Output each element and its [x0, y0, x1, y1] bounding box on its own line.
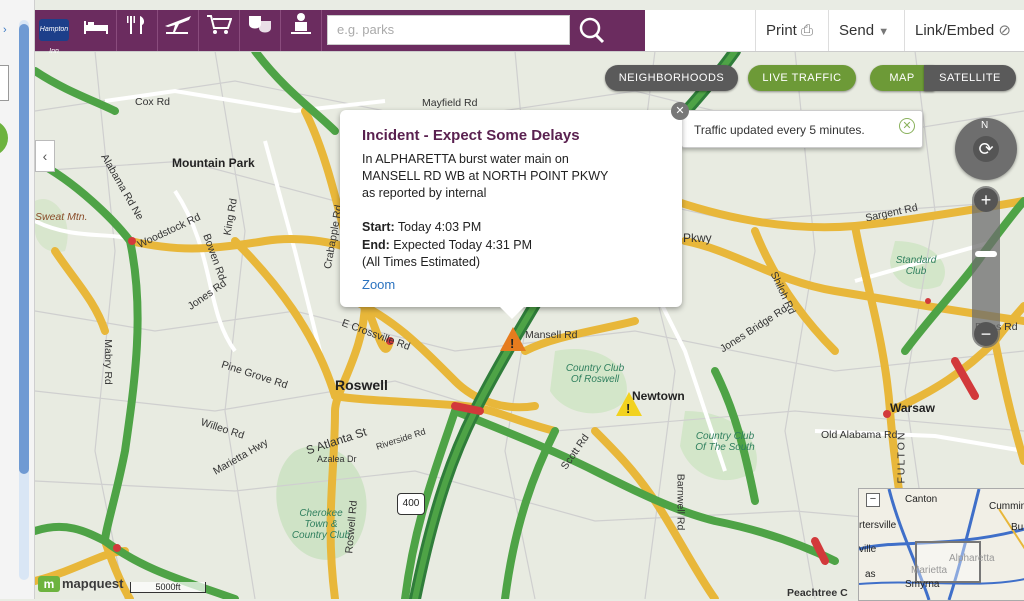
road-peachtree: Peachtree C — [787, 587, 848, 599]
place-country-club-roswell: Country Club Of Roswell — [565, 363, 625, 385]
road-mabry: Mabry Rd — [101, 339, 114, 385]
minimap-ville: ville — [859, 544, 877, 555]
highway-400-shield: 400 — [397, 493, 425, 515]
link-label: Link/Embed — [915, 22, 995, 39]
dining-icon[interactable] — [117, 10, 158, 51]
minimap-canton: Canton — [905, 494, 938, 505]
brand-text: mapquest — [62, 576, 124, 591]
road-fulton: FULTON — [895, 430, 908, 484]
popup-close-icon[interactable]: ✕ — [671, 102, 689, 120]
search-icon[interactable] — [572, 10, 612, 51]
printer-icon: ⎙ — [801, 22, 814, 39]
place-warsaw: Warsaw — [890, 401, 935, 415]
layer-neighborhoods[interactable]: NEIGHBORHOODS — [605, 65, 738, 91]
left-input[interactable] — [0, 65, 9, 101]
minimap-cartersville: rtersville — [859, 520, 897, 531]
zoom-slider-handle[interactable] — [975, 251, 997, 257]
toolbar: Hampton Inn e.g. parks Print ⎙ Send ▼ Li… — [35, 10, 1024, 55]
minimap-alpharetta: Alpharetta — [949, 553, 995, 564]
send-label: Send — [839, 22, 875, 39]
green-tab[interactable] — [0, 120, 8, 156]
search-input[interactable]: e.g. parks — [327, 15, 570, 45]
collapse-panel-button[interactable]: ‹ — [35, 140, 55, 172]
mapquest-logo: m mapquest — [38, 576, 123, 592]
road-barnwell: Barnwell Rd — [674, 473, 687, 531]
place-cherokee: Cherokee Town & Country Club — [291, 508, 351, 541]
end-label: End: — [362, 238, 390, 252]
entertainment-icon[interactable] — [240, 10, 281, 51]
scrollbar-thumb[interactable] — [19, 24, 29, 474]
left-panel: › — [0, 0, 35, 599]
start-value: Today 4:03 PM — [397, 220, 482, 234]
hotel-logo[interactable]: Hampton Inn — [39, 19, 69, 55]
road-azalea: Azalea Dr — [317, 454, 357, 464]
incident-note: (All Times Estimated) — [362, 255, 481, 269]
minimap-buf: Bu — [1011, 522, 1024, 533]
place-roswell: Roswell — [335, 377, 388, 393]
travel-icon[interactable] — [158, 10, 199, 51]
road-pkwy: Pkwy — [683, 231, 712, 245]
print-button[interactable]: Print ⎙ — [755, 10, 823, 51]
road-mansell: Mansell Rd — [525, 329, 578, 341]
road-cox: Cox Rd — [135, 96, 171, 108]
road-mayfield: Mayfield Rd — [422, 97, 478, 109]
traffic-tooltip: Traffic updated every 5 minutes. ✕ — [681, 110, 923, 148]
end-value: Expected Today 4:31 PM — [393, 238, 533, 252]
compass-north-label: N — [981, 120, 989, 131]
incident-desc-2: MANSELL RD WB at NORTH POINT PKWY — [362, 169, 609, 183]
shopping-cart-icon[interactable] — [199, 10, 240, 51]
rotate-icon[interactable]: ⟳ — [973, 136, 999, 162]
incident-end: End: Expected Today 4:31 PM — [362, 238, 532, 252]
minimap-as: as — [865, 569, 876, 580]
map-scale: 5000ft — [130, 582, 206, 593]
layer-live-traffic[interactable]: LIVE TRAFFIC — [748, 65, 856, 91]
incident-start: Start: Today 4:03 PM — [362, 220, 481, 234]
place-sweat-mtn: Sweat Mtn. — [35, 211, 88, 223]
zoom-in-button[interactable]: + — [974, 188, 998, 212]
traffic-tooltip-text: Traffic updated every 5 minutes. — [694, 123, 865, 137]
zoom-control: + − — [972, 186, 1000, 348]
incident-desc-3: as reported by internal — [362, 186, 487, 200]
overview-minimap[interactable]: − Canton Cummin rtersville Bu ville as A… — [858, 488, 1024, 601]
incident-popup: Incident - Expect Some Delays In ALPHARE… — [340, 110, 682, 319]
link-embed-button[interactable]: Link/Embed ⊘ — [904, 10, 1021, 51]
bed-icon[interactable] — [76, 10, 117, 51]
zoom-link[interactable]: Zoom — [362, 277, 395, 292]
person-icon[interactable] — [281, 10, 322, 51]
place-standard-club: Standard Club — [895, 255, 937, 277]
send-button[interactable]: Send ▼ — [828, 10, 899, 51]
chevron-down-icon: ▼ — [878, 26, 890, 38]
layer-satellite[interactable]: SATELLITE — [924, 65, 1016, 91]
place-country-club-south: Country Club Of The South — [695, 431, 755, 453]
place-mountain-park: Mountain Park — [172, 156, 255, 170]
minimap-cumming: Cummin — [989, 501, 1024, 512]
link-icon: ⊘ — [998, 22, 1011, 39]
compass-control[interactable]: N ⟳ — [955, 118, 1017, 180]
zoom-out-button[interactable]: − — [974, 322, 998, 346]
close-icon[interactable]: ✕ — [899, 118, 915, 134]
chevron-icon[interactable]: › — [3, 24, 7, 36]
print-label: Print — [766, 22, 797, 39]
minimap-marietta: Marietta — [911, 565, 948, 576]
category-bar: Hampton Inn e.g. parks — [35, 10, 645, 55]
incident-desc-1: In ALPHARETTA burst water main on — [362, 152, 569, 166]
mapquest-m-icon: m — [38, 576, 60, 592]
road-oldalabama: Old Alabama Rd — [821, 429, 898, 441]
start-label: Start: — [362, 220, 395, 234]
minimap-smyrna: Smyrna — [905, 579, 940, 590]
minimap-collapse-button[interactable]: − — [866, 493, 880, 507]
incident-title: Incident - Expect Some Delays — [362, 127, 580, 144]
